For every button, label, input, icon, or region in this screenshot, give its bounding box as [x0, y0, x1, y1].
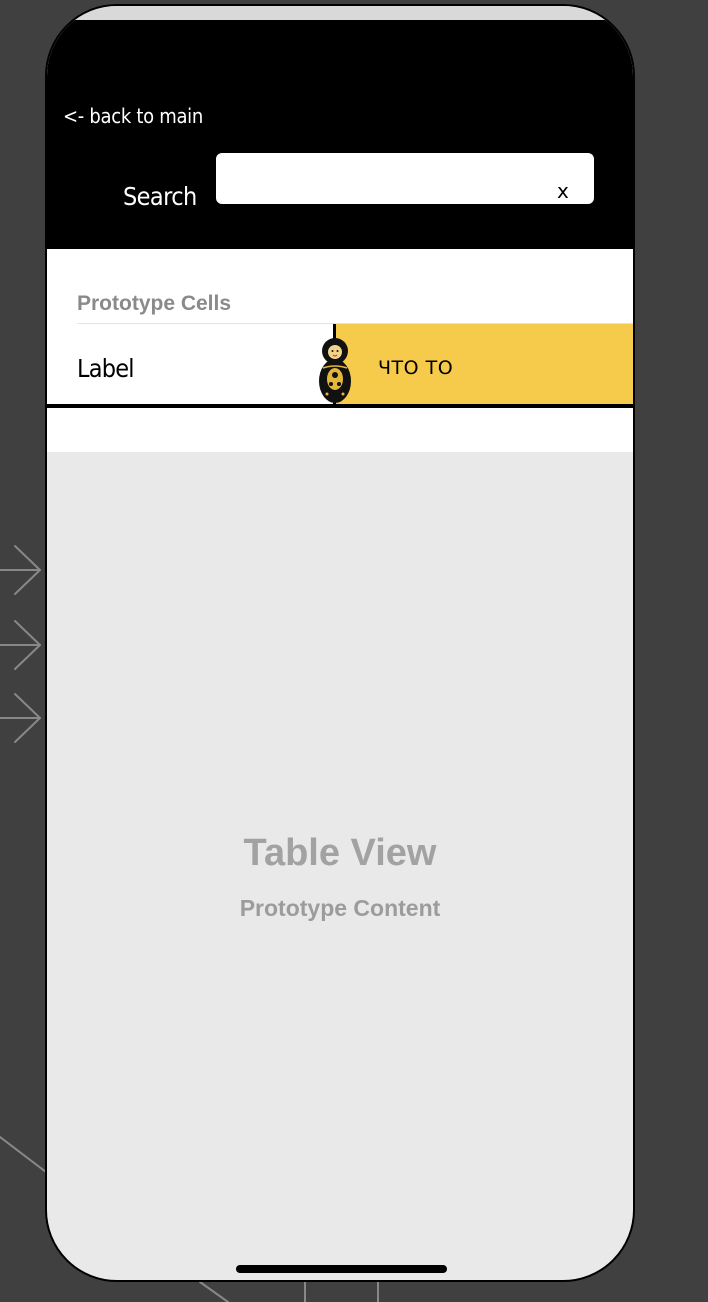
navigation-header: <- back to main Search x: [47, 20, 633, 249]
segue-connection-line: [199, 1281, 229, 1302]
home-indicator[interactable]: [236, 1265, 447, 1273]
phone-frame: <- back to main Search x Prototype Cells…: [45, 4, 635, 1282]
table-view-title: Table View: [243, 832, 437, 874]
segue-arrow-icon: [0, 545, 41, 595]
matryoshka-doll-icon: [319, 338, 351, 403]
cell-value-label: ЧТО ТО: [378, 357, 454, 379]
table-view-subtitle: Prototype Content: [239, 895, 441, 921]
prototype-cell[interactable]: Label ЧТО ТО: [47, 324, 633, 409]
back-to-main-link[interactable]: <- back to main: [63, 104, 203, 128]
search-input[interactable]: [216, 153, 594, 204]
segue-arrow-icon: [0, 620, 41, 670]
cell-label: Label: [77, 354, 134, 383]
status-bar: [47, 6, 633, 20]
segue-connection-line: [0, 1136, 47, 1173]
section-header: Prototype Cells: [77, 292, 232, 315]
search-label: Search: [123, 182, 197, 211]
clear-search-button[interactable]: x: [557, 181, 569, 201]
cell-bottom-border: [47, 404, 633, 408]
segue-arrow-icon: [0, 693, 41, 743]
